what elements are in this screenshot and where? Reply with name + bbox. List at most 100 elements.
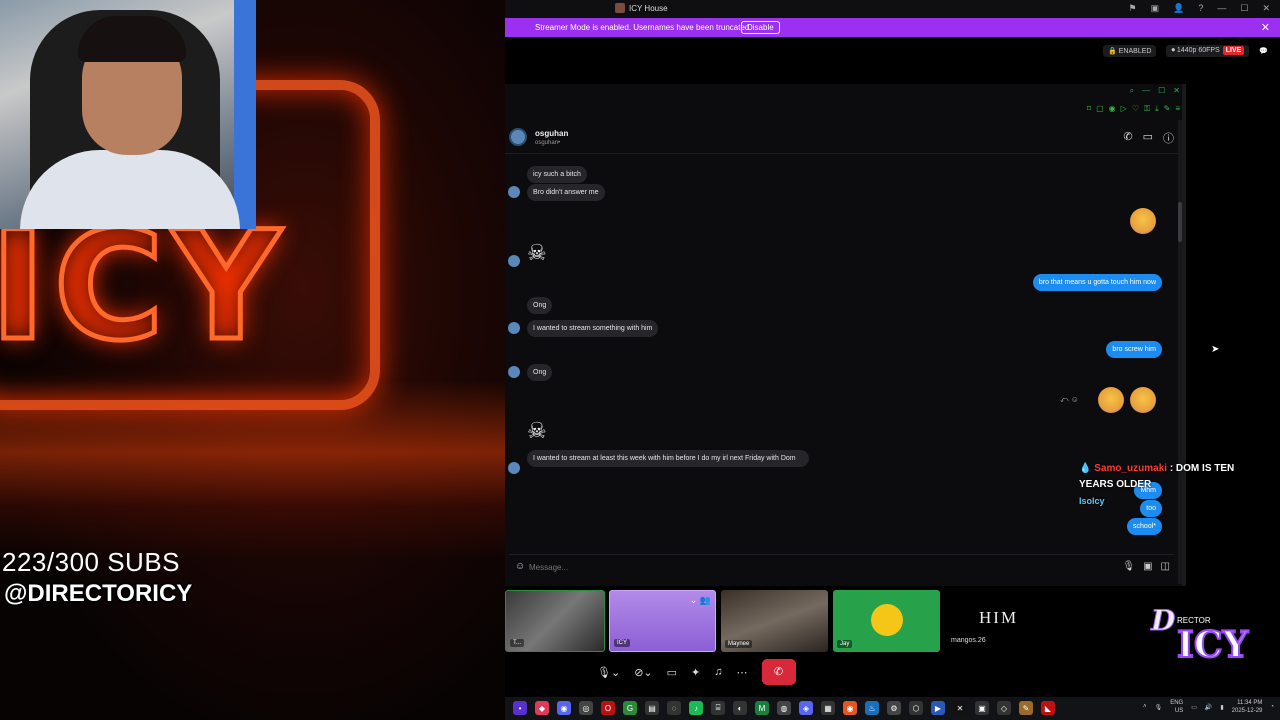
emoji-icon[interactable]: ☺ [515, 561, 525, 572]
end-call-button[interactable]: ✆ [761, 659, 796, 685]
crying-emoji[interactable] [1130, 208, 1156, 234]
app-icon[interactable]: ◍ [777, 701, 791, 715]
participant-tile[interactable]: Jay [833, 590, 940, 652]
message-bubble[interactable]: bro screw him [1106, 341, 1162, 358]
skull-emoji[interactable]: ☠ [527, 418, 547, 444]
soundboard-icon[interactable]: ♫ [714, 666, 722, 678]
app-icon[interactable]: • [513, 701, 527, 715]
app-icon[interactable]: ▣ [975, 701, 989, 715]
opera-icon[interactable]: O [601, 701, 615, 715]
message-bubble[interactable]: bro that means u gotta touch him now [1032, 274, 1162, 291]
avatar[interactable] [508, 462, 520, 474]
clock[interactable]: 11:34 PM 2025-12-29 [1232, 699, 1263, 715]
play-icon[interactable]: ▷ [1121, 104, 1127, 114]
profile-icon[interactable]: 👤 [1173, 3, 1184, 14]
download-icon[interactable]: ⤓ [1155, 104, 1159, 114]
maximize-icon[interactable]: ☐ [1240, 3, 1248, 14]
crying-emoji[interactable] [1130, 387, 1156, 413]
heart-icon[interactable]: ♡ [1132, 104, 1139, 114]
app-icon[interactable]: ◆ [535, 701, 549, 715]
dm-search-icon[interactable]: ⌕ [1130, 86, 1134, 96]
pin-icon[interactable]: ⌑ [1087, 104, 1091, 114]
battery-icon[interactable]: ▮ [1220, 704, 1223, 711]
mic-icon[interactable]: 🎙 [1122, 561, 1135, 572]
chrome-icon[interactable]: G [623, 701, 637, 715]
language-indicator[interactable]: ENG US [1170, 699, 1183, 715]
screen-share-icon[interactable]: ▭ [667, 666, 677, 679]
app-icon[interactable]: ⬡ [909, 701, 923, 715]
message-bubble[interactable]: I wanted to stream at least this week wi… [527, 450, 809, 467]
notifications-icon[interactable]: ◔ [1270, 704, 1274, 710]
participant-tile[interactable]: ICY ⌄ 👥 [609, 590, 716, 652]
inbox-icon[interactable]: ⚑ [1129, 3, 1137, 14]
avatar[interactable] [509, 128, 527, 146]
message-bubble[interactable]: school* [1127, 518, 1162, 535]
app-icon[interactable]: ✎ [1019, 701, 1033, 715]
avatar[interactable] [508, 255, 520, 267]
lock-icon[interactable]: ⚿ [1144, 104, 1150, 114]
info-icon[interactable]: ⓘ [1163, 130, 1174, 146]
menu-icon[interactable]: ≡ [1175, 104, 1180, 114]
message-bubble[interactable]: Ong [527, 364, 553, 381]
network-icon[interactable]: ▭ [1191, 704, 1197, 711]
volume-icon[interactable]: 🔊 [1205, 704, 1212, 711]
participant-options-icon[interactable]: ⌄ 👥 [690, 595, 711, 606]
screen-icon[interactable]: ▣ [1151, 3, 1160, 14]
disable-button[interactable]: Disable [741, 21, 780, 34]
dm-close-icon[interactable]: ✕ [1173, 86, 1180, 96]
dm-maximize-icon[interactable]: ☐ [1158, 86, 1165, 96]
app-icon[interactable]: ◇ [997, 701, 1011, 715]
tray-overflow-icon[interactable]: ˄ [1143, 704, 1147, 710]
participant-tile[interactable]: Maynee [721, 590, 828, 652]
close-icon[interactable]: ✕ [1262, 3, 1270, 14]
record-icon[interactable]: ◉ [1109, 104, 1116, 114]
avatar[interactable] [508, 186, 520, 198]
app-icon[interactable]: ▶ [931, 701, 945, 715]
camera-off-icon[interactable]: ⊘⌄ [634, 666, 652, 679]
frame-icon[interactable]: ▢ [1096, 104, 1104, 114]
app-icon[interactable]: ▦ [821, 701, 835, 715]
app-icon[interactable]: ◎ [579, 701, 593, 715]
minimize-icon[interactable]: — [1217, 3, 1226, 14]
app-icon[interactable]: ◣ [1041, 701, 1055, 715]
avatar[interactable] [508, 366, 520, 378]
mic-icon[interactable]: 🎙⌄ [597, 666, 620, 679]
participant-tile[interactable]: T... [505, 590, 605, 652]
chat-bubble-icon[interactable]: 💬 [1259, 47, 1268, 55]
message-bubble[interactable]: Bro didn't answer me [527, 184, 605, 201]
app-icon[interactable]: M [755, 701, 769, 715]
dm-minimize-icon[interactable]: — [1142, 86, 1150, 96]
message-input[interactable] [529, 559, 1089, 575]
app-icon[interactable]: ⚙ [887, 701, 901, 715]
mic-icon[interactable]: 🎙 [1155, 704, 1163, 711]
spotify-icon[interactable]: ♪ [689, 701, 703, 715]
phone-icon[interactable]: ✆ [1123, 130, 1132, 146]
ai-icon[interactable]: ✎ [1164, 104, 1171, 114]
avatar[interactable] [508, 322, 520, 334]
scrollbar[interactable] [1178, 120, 1182, 584]
help-icon[interactable]: ? [1198, 3, 1203, 14]
image-icon[interactable]: ▣ [1143, 561, 1152, 572]
banner-close-icon[interactable]: ✕ [1261, 21, 1270, 34]
discord-icon[interactable]: ◉ [557, 701, 571, 715]
scrollbar-thumb[interactable] [1178, 202, 1182, 242]
video-icon[interactable]: ▭ [1143, 130, 1153, 146]
x-icon[interactable]: ✕ [953, 701, 967, 715]
crying-emoji[interactable] [1098, 387, 1124, 413]
sticker-icon[interactable]: ◫ [1161, 561, 1170, 572]
activities-icon[interactable]: ✦ [691, 666, 700, 679]
skull-emoji[interactable]: ☠ [527, 240, 547, 266]
steam-icon[interactable]: ♨ [865, 701, 879, 715]
message-bubble[interactable]: I wanted to stream something with him [527, 320, 659, 337]
app-icon[interactable]: ◌ [667, 701, 681, 715]
app-icon[interactable]: ▤ [645, 701, 659, 715]
reply-icon[interactable]: ⤺ ☺ [1060, 395, 1079, 405]
message-bubble[interactable]: icy such a bitch [527, 166, 587, 183]
app-icon[interactable]: ⌸ [711, 701, 725, 715]
dm-name[interactable]: osguhan [535, 129, 568, 138]
message-bubble[interactable]: Ong [527, 297, 553, 314]
app-icon[interactable]: ◐ [733, 701, 747, 715]
firefox-icon[interactable]: ◉ [843, 701, 857, 715]
app-icon[interactable]: ◈ [799, 701, 813, 715]
more-icon[interactable]: ⋯ [737, 666, 748, 679]
